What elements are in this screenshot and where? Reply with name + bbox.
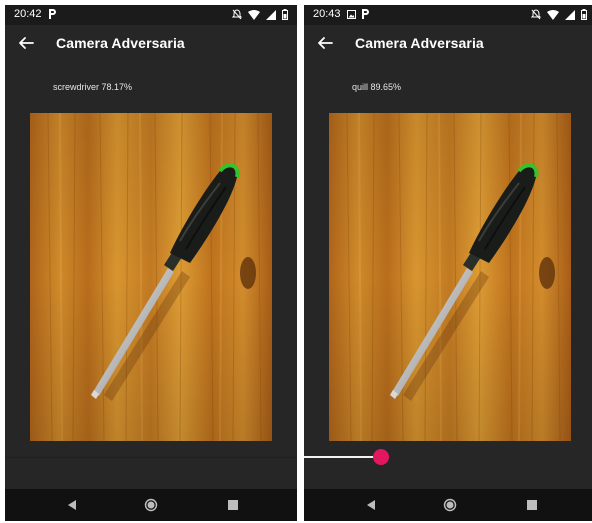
image-notification-icon: [347, 9, 356, 19]
perturbation-slider-thumb[interactable]: [373, 449, 389, 465]
app-bar: Camera Adversaria: [304, 25, 592, 61]
p-app-icon: [362, 9, 369, 19]
wifi-icon: [547, 9, 559, 20]
battery-icon: [581, 9, 587, 20]
signal-icon: [266, 9, 276, 20]
phone-screen-left: 20:42 Camera Adversaria screwdriver 78.1…: [5, 5, 297, 521]
app-title: Camera Adversaria: [355, 35, 484, 51]
status-time: 20:42: [14, 8, 42, 20]
status-time: 20:43: [313, 8, 341, 20]
nav-home-icon[interactable]: [144, 498, 158, 512]
app-bar: Camera Adversaria: [5, 25, 297, 61]
nav-back-icon[interactable]: [364, 498, 378, 512]
status-bar: 20:43: [304, 5, 592, 25]
signal-icon: [565, 9, 575, 20]
nav-recents-icon[interactable]: [226, 498, 240, 512]
screwdriver-photo: [30, 113, 272, 441]
notifications-off-icon: [531, 9, 541, 20]
phone-screen-right: 20:43 Camera Adversaria quill 89.65%: [304, 5, 592, 521]
prediction-label: quill 89.65%: [352, 82, 402, 92]
nav-home-icon[interactable]: [443, 498, 457, 512]
app-title: Camera Adversaria: [56, 35, 185, 51]
prediction-label: screwdriver 78.17%: [53, 82, 133, 92]
notifications-off-icon: [232, 9, 242, 20]
wifi-icon: [248, 9, 260, 20]
navigation-bar: [304, 489, 592, 521]
navigation-bar: [5, 489, 297, 521]
p-app-icon: [49, 9, 56, 19]
battery-icon: [282, 9, 288, 20]
status-bar: 20:42: [5, 5, 297, 25]
nav-back-icon[interactable]: [65, 498, 79, 512]
divider: [5, 457, 297, 458]
back-arrow-icon[interactable]: [17, 34, 35, 52]
screwdriver-photo: [329, 113, 571, 441]
back-arrow-icon[interactable]: [316, 34, 334, 52]
nav-recents-icon[interactable]: [525, 498, 539, 512]
perturbation-slider-track[interactable]: [304, 456, 380, 458]
